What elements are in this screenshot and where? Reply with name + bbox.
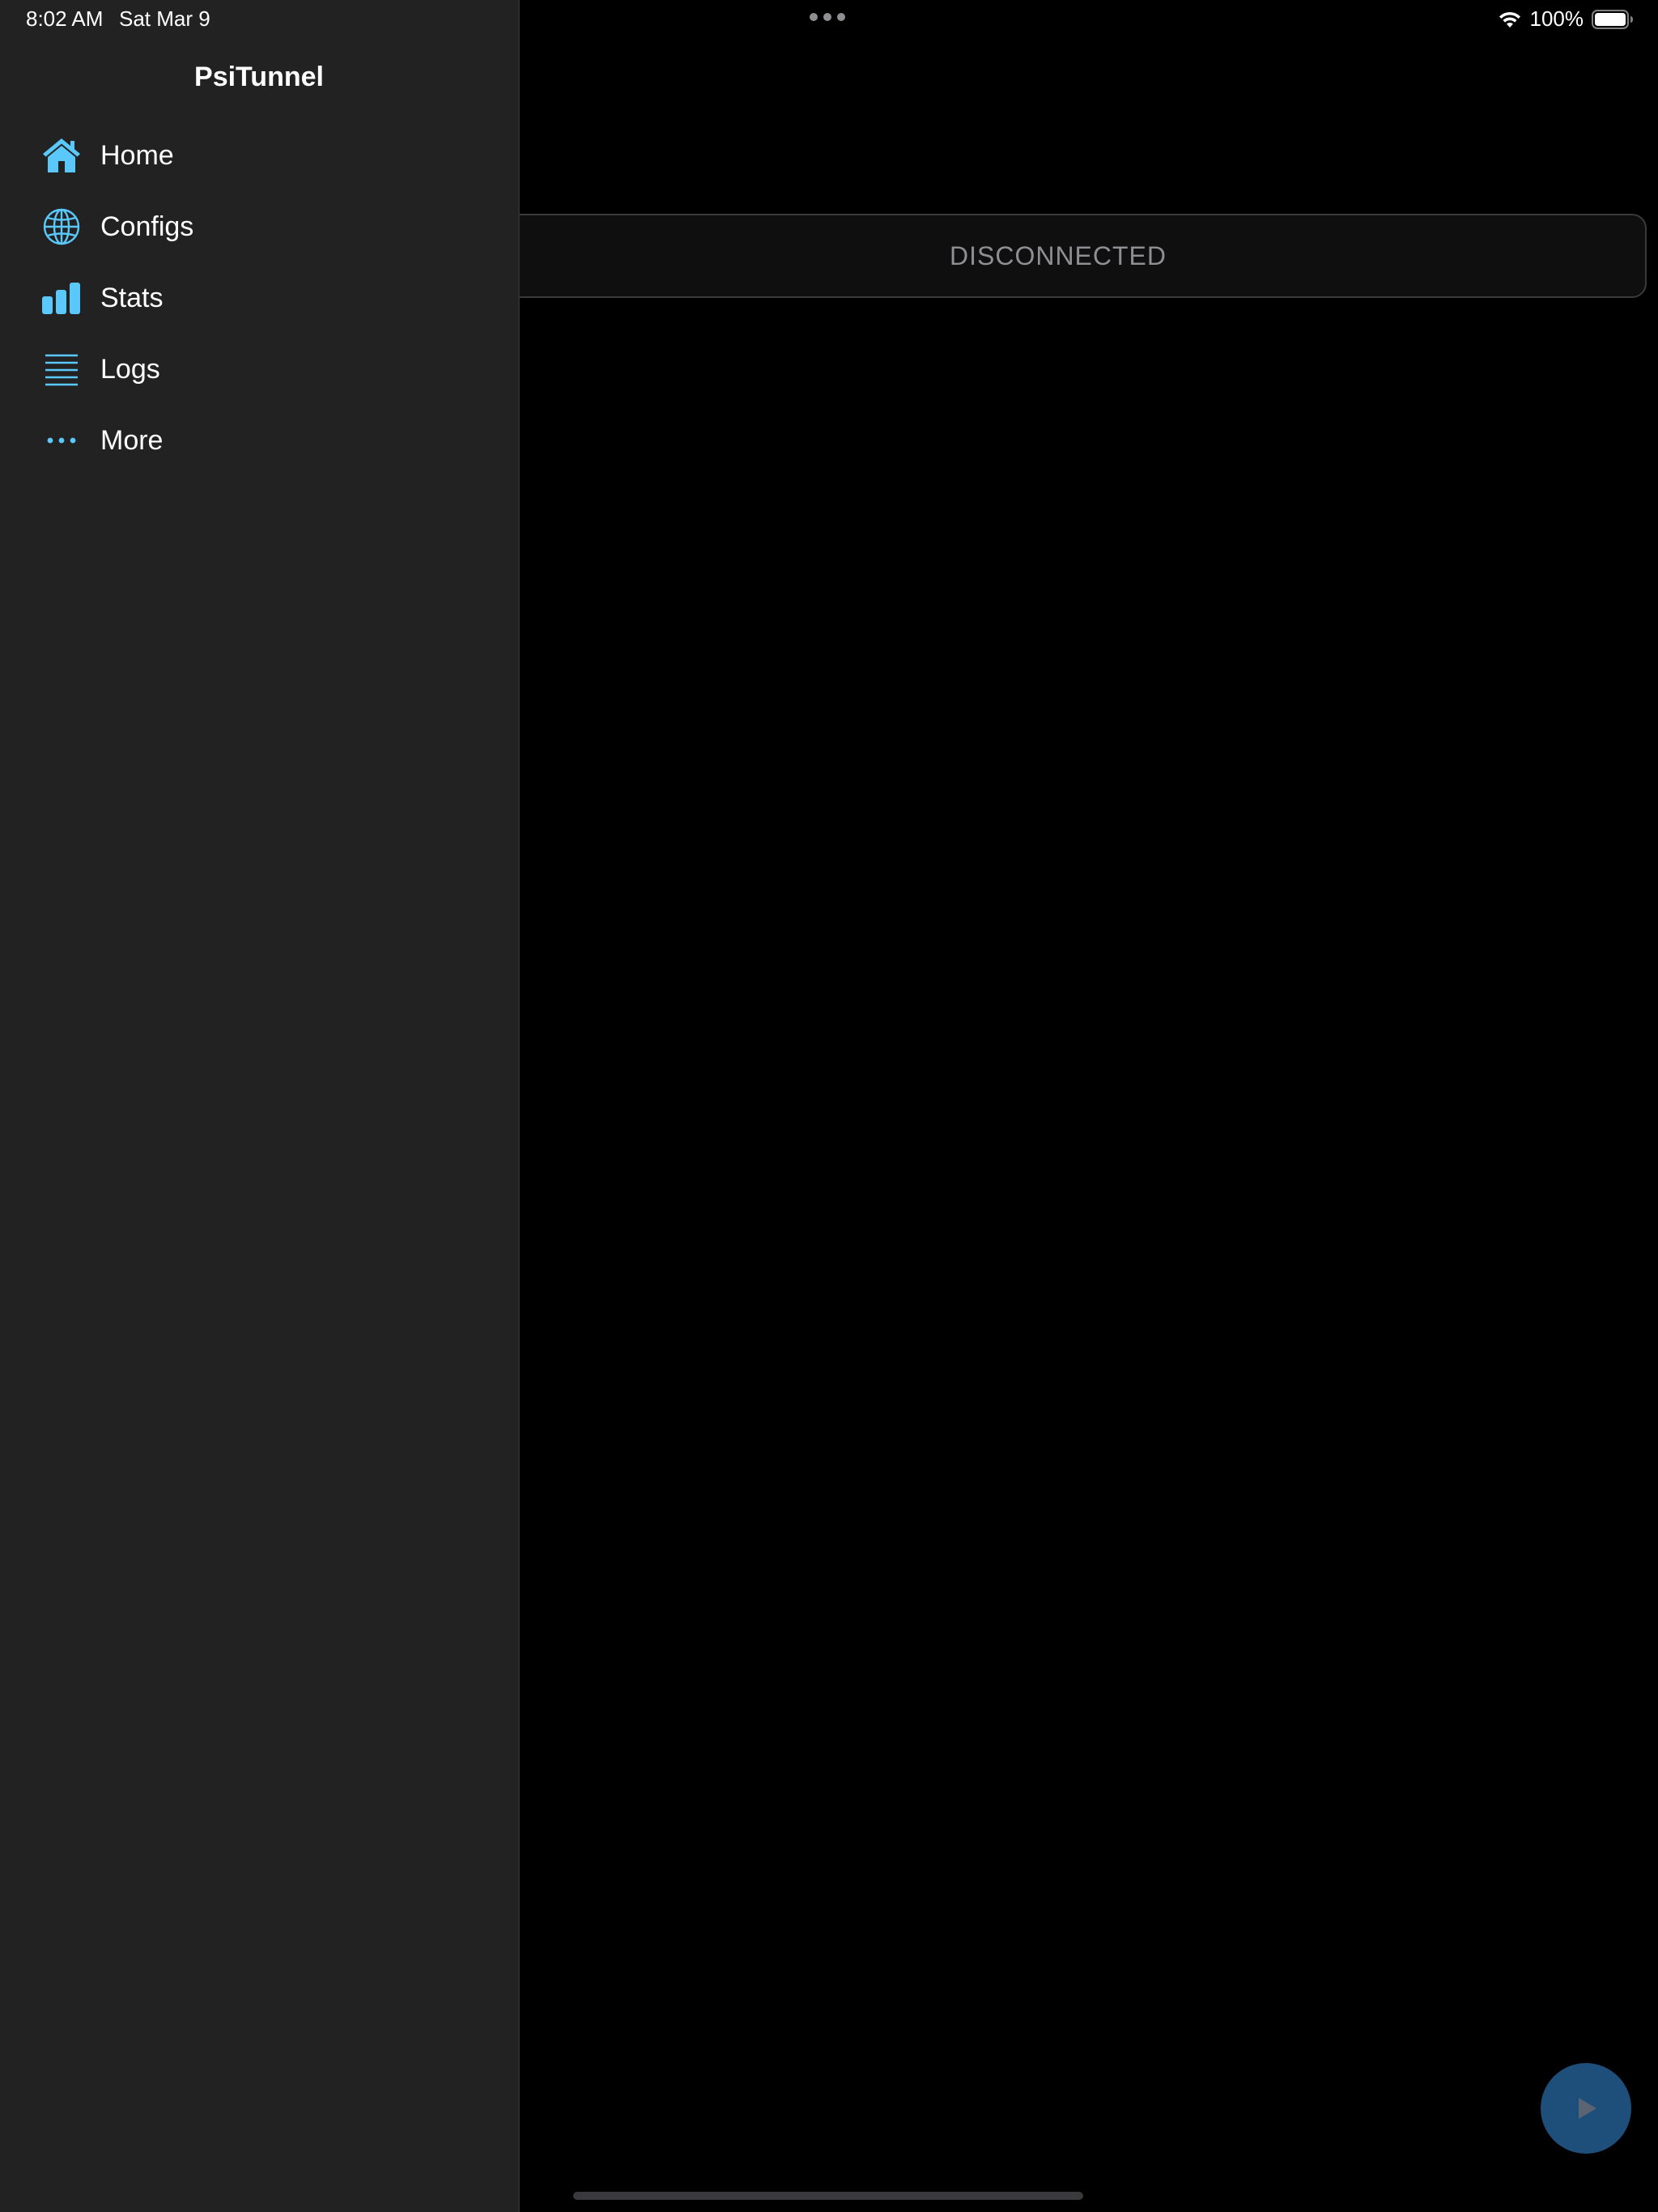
ellipsis-icon <box>39 418 84 463</box>
sidebar-item-home[interactable]: Home <box>0 120 518 191</box>
connect-play-button[interactable] <box>1541 2063 1631 2154</box>
battery-percentage: 100% <box>1529 6 1584 31</box>
sidebar-item-label: More <box>100 424 164 456</box>
bar-chart-icon <box>39 275 84 321</box>
wifi-icon <box>1499 11 1520 28</box>
house-icon <box>39 133 84 178</box>
status-bar: 8:02 AM Sat Mar 9 100% <box>0 0 1658 39</box>
multitasking-dots-icon[interactable] <box>810 13 845 21</box>
status-right-group: 100% <box>1498 6 1635 32</box>
connection-status-panel: DISCONNECTED <box>470 214 1647 298</box>
sidebar-item-logs[interactable]: Logs <box>0 334 518 405</box>
sidebar-item-label: Configs <box>100 211 194 242</box>
sidebar-item-label: Home <box>100 139 174 171</box>
sidebar: PsiTunnel Home Configs Stats Logs More <box>0 0 520 2212</box>
sidebar-title: PsiTunnel <box>194 62 324 92</box>
battery-icon <box>1592 9 1633 29</box>
sidebar-item-label: Stats <box>100 282 164 313</box>
sidebar-item-configs[interactable]: Configs <box>0 191 518 262</box>
sidebar-item-label: Logs <box>100 353 160 385</box>
list-lines-icon <box>39 347 84 392</box>
status-time: 8:02 AM <box>26 6 104 31</box>
app-screen: 8:02 AM Sat Mar 9 100% PsiTunnel Home Co… <box>0 0 1658 2212</box>
play-icon <box>1579 2098 1596 2119</box>
sidebar-item-stats[interactable]: Stats <box>0 262 518 334</box>
sidebar-item-more[interactable]: More <box>0 405 518 476</box>
status-date: Sat Mar 9 <box>119 6 210 31</box>
sidebar-nav-list: Home Configs Stats Logs More <box>0 120 518 476</box>
connection-status-label: DISCONNECTED <box>949 241 1167 270</box>
main-content: DISCONNECTED <box>470 0 1658 2212</box>
home-indicator[interactable] <box>573 2192 1083 2200</box>
globe-icon <box>39 204 84 249</box>
